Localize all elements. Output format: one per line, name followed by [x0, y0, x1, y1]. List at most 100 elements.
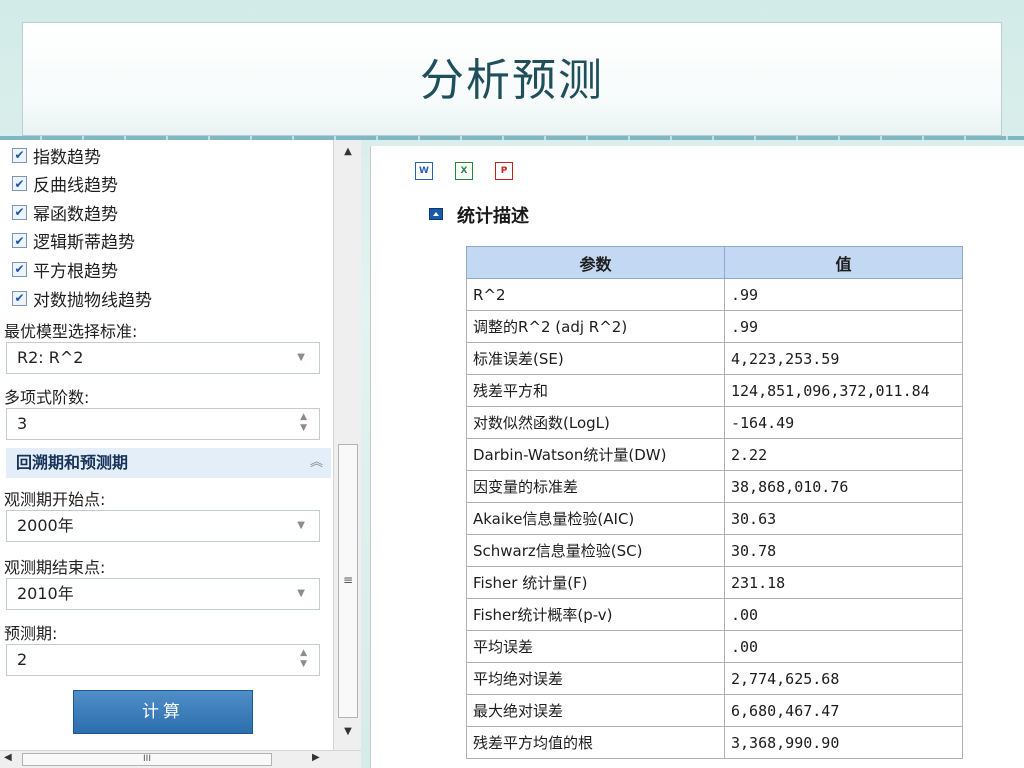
- checkbox-check-icon[interactable]: ✔: [12, 233, 27, 249]
- table-row: 调整的R^2 (adj R^2) .99: [466, 310, 963, 343]
- param-cell: 平均绝对误差: [466, 662, 725, 695]
- settings-panel: ✔ 指数趋势 ✔ 反曲线趋势 ✔ 幂函数趋势 ✔ 逻辑斯蒂趋势 ✔ 平方根趋势 ✔ 对数抛物线趋势 最…: [0, 140, 333, 750]
- scroll-thumb[interactable]: ≡: [338, 444, 358, 718]
- calculate-button[interactable]: 计算: [73, 690, 253, 734]
- section-header-backtest[interactable]: 回溯期和预测期 ︽: [6, 448, 331, 478]
- value-cell: 231.18: [724, 566, 963, 599]
- obs-end-select[interactable]: 2010年 ▼: [6, 578, 320, 610]
- param-cell: 最大绝对误差: [466, 694, 725, 727]
- obs-start-label: 观测期开始点:: [4, 490, 106, 509]
- value-cell: 3,368,990.90: [724, 726, 963, 759]
- forecast-stepper[interactable]: 2 ▲ ▼: [6, 644, 320, 676]
- table-row: 平均绝对误差 2,774,625.68: [466, 662, 963, 695]
- checkbox-label: 平方根趋势: [33, 261, 118, 282]
- param-cell: Darbin-Watson统计量(DW): [466, 438, 725, 471]
- value-cell: 124,851,096,372,011.84: [724, 374, 963, 407]
- pdf-export-icon[interactable]: P: [495, 162, 513, 180]
- criteria-label: 最优模型选择标准:: [4, 322, 138, 341]
- word-export-icon[interactable]: W: [415, 162, 433, 180]
- excel-export-icon[interactable]: X: [455, 162, 473, 180]
- scroll-right-icon[interactable]: ▶: [312, 752, 320, 763]
- scroll-down-icon[interactable]: ▼: [334, 726, 362, 737]
- table-row: 残差平方和 124,851,096,372,011.84: [466, 374, 963, 407]
- scroll-grip-icon: ≡: [342, 573, 354, 587]
- checkbox-label: 幂函数趋势: [33, 204, 118, 225]
- table-row: 标准误差(SE) 4,223,253.59: [466, 342, 963, 375]
- obs-end-label: 观测期结束点:: [4, 558, 106, 577]
- param-cell: 残差平方均值的根: [466, 726, 725, 759]
- chevron-down-icon[interactable]: ▼: [297, 511, 305, 541]
- checkbox-label: 指数趋势: [33, 147, 101, 168]
- results-panel: W X P 统计描述 参数 值 R^2.99 调整的R^2 (adj R^2) .99 标…: [370, 146, 1024, 768]
- checkbox-label: 对数抛物线趋势: [33, 290, 152, 311]
- param-cell: R^2: [466, 278, 725, 311]
- section-title: 统计描述: [457, 206, 529, 227]
- value-cell: 30.63: [724, 502, 963, 535]
- param-cell: Fisher 统计量(F): [466, 566, 725, 599]
- checkbox-check-icon[interactable]: ✔: [12, 261, 27, 277]
- poly-order-value: 3: [17, 414, 28, 433]
- trend-checkbox[interactable]: ✔ 逻辑斯蒂趋势: [12, 228, 135, 254]
- chevron-down-icon[interactable]: ▼: [297, 579, 305, 609]
- param-cell: 因变量的标准差: [466, 470, 725, 503]
- chevron-down-icon[interactable]: ▼: [297, 343, 305, 373]
- scroll-left-icon[interactable]: ◀: [4, 752, 12, 763]
- param-cell: 平均误差: [466, 630, 725, 663]
- trend-checkbox[interactable]: ✔ 指数趋势: [12, 142, 101, 168]
- trend-checkbox[interactable]: ✔ 反曲线趋势: [12, 171, 118, 197]
- value-cell: 6,680,467.47: [724, 694, 963, 727]
- criteria-value: R2: R^2: [17, 348, 84, 367]
- trend-checkbox[interactable]: ✔ 平方根趋势: [12, 256, 118, 282]
- table-row: R^2.99: [466, 278, 963, 311]
- param-cell: Akaike信息量检验(AIC): [466, 502, 725, 535]
- table-row: Darbin-Watson统计量(DW) 2.22: [466, 438, 963, 471]
- value-cell: 4,223,253.59: [724, 342, 963, 375]
- value-cell: 2,774,625.68: [724, 662, 963, 695]
- header-value: 值: [724, 246, 963, 279]
- value-cell: 38,868,010.76: [724, 470, 963, 503]
- spinner-arrows-icon[interactable]: ▲ ▼: [300, 648, 307, 670]
- hscroll-thumb[interactable]: III: [22, 753, 272, 766]
- table-row: 因变量的标准差 38,868,010.76: [466, 470, 963, 503]
- param-cell: 调整的R^2 (adj R^2): [466, 310, 725, 343]
- forecast-value: 2: [17, 650, 28, 669]
- criteria-select[interactable]: R2: R^2 ▼: [6, 342, 320, 374]
- checkbox-label: 逻辑斯蒂趋势: [33, 233, 135, 254]
- checkbox-check-icon[interactable]: ✔: [12, 290, 27, 306]
- table-row: Fisher 统计量(F) 231.18: [466, 566, 963, 599]
- vertical-scrollbar[interactable]: ▲ ≡ ▼: [333, 140, 361, 750]
- value-cell: -164.49: [724, 406, 963, 439]
- table-row: Fisher统计概率(p-v) .00: [466, 598, 963, 631]
- checkbox-label: 反曲线趋势: [33, 176, 118, 197]
- param-cell: Fisher统计概率(p-v): [466, 598, 725, 631]
- value-cell: .00: [724, 630, 963, 663]
- poly-order-label: 多项式阶数:: [4, 388, 90, 407]
- table-row: 最大绝对误差 6,680,467.47: [466, 694, 963, 727]
- param-cell: 对数似然函数(LogL): [466, 406, 725, 439]
- scroll-up-icon[interactable]: ▲: [334, 146, 362, 157]
- section-header-label: 回溯期和预测期: [16, 453, 129, 472]
- trend-checkbox[interactable]: ✔ 对数抛物线趋势: [12, 285, 152, 311]
- checkbox-check-icon[interactable]: ✔: [12, 204, 27, 220]
- table-row: 平均误差 .00: [466, 630, 963, 663]
- collapse-section-icon[interactable]: [429, 208, 443, 220]
- trend-checkbox[interactable]: ✔ 幂函数趋势: [12, 199, 118, 225]
- obs-start-value: 2000年: [17, 516, 74, 535]
- spinner-arrows-icon[interactable]: ▲ ▼: [300, 412, 307, 434]
- poly-order-stepper[interactable]: 3 ▲ ▼: [6, 408, 320, 440]
- stats-table: 参数 值 R^2.99 调整的R^2 (adj R^2) .99 标准误差(SE) 4,…: [466, 246, 963, 759]
- horizontal-scrollbar[interactable]: ◀ III ▶: [0, 750, 361, 768]
- value-cell: .99: [724, 310, 963, 343]
- checkbox-check-icon[interactable]: ✔: [12, 176, 27, 192]
- param-cell: 标准误差(SE): [466, 342, 725, 375]
- obs-end-value: 2010年: [17, 584, 74, 603]
- value-cell: .99: [724, 278, 963, 311]
- slide-title: 分析预测: [420, 55, 604, 106]
- table-row: 对数似然函数(LogL) -164.49: [466, 406, 963, 439]
- collapse-icon[interactable]: ︽: [310, 448, 323, 478]
- forecast-label: 预测期:: [4, 624, 58, 643]
- param-cell: 残差平方和: [466, 374, 725, 407]
- obs-start-select[interactable]: 2000年 ▼: [6, 510, 320, 542]
- table-row: 残差平方均值的根 3,368,990.90: [466, 726, 963, 759]
- checkbox-check-icon[interactable]: ✔: [12, 147, 27, 163]
